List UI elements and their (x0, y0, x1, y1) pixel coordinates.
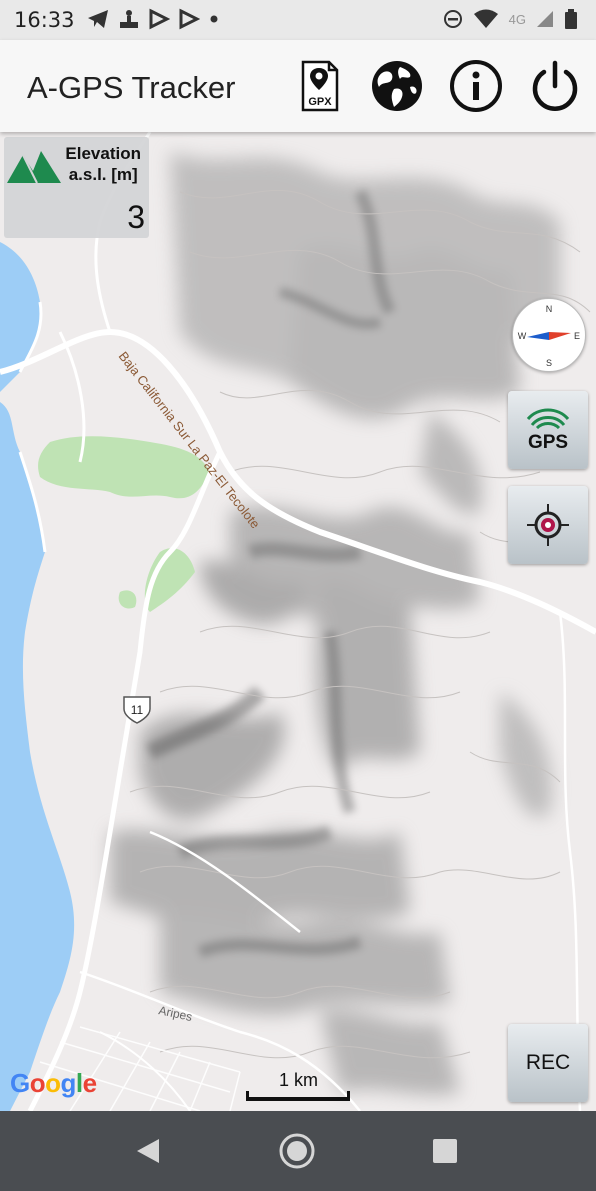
home-icon (279, 1133, 315, 1169)
elevation-value: 3 (127, 199, 145, 235)
info-icon (450, 60, 502, 112)
app-title: A-GPS Tracker (27, 70, 236, 105)
notification-icons (86, 8, 220, 30)
compass-e: E (574, 331, 580, 341)
status-time: 16:33 (14, 8, 75, 32)
compass-n: N (546, 304, 553, 314)
navigation-bar (0, 1111, 596, 1191)
status-bar: 16:33 4G (0, 0, 596, 40)
dnd-icon (443, 10, 462, 28)
back-button[interactable] (128, 1131, 168, 1171)
google-logo: Google (10, 1068, 97, 1098)
scale-label: 1 km (279, 1070, 319, 1090)
home-button[interactable] (277, 1131, 317, 1171)
cell-signal-icon (537, 11, 553, 27)
gps-signal-icon (526, 408, 570, 429)
gpx-text: GPX (308, 96, 332, 108)
telegram-icon (88, 10, 108, 28)
elevation-panel: Elevation a.s.l. [m] 3 (4, 137, 149, 238)
info-button[interactable] (448, 58, 504, 114)
check-icon (149, 8, 170, 30)
highway-number: 11 (131, 703, 144, 717)
recents-icon (433, 1139, 457, 1163)
signal-app-icon (120, 10, 138, 28)
crosshair-icon (527, 504, 569, 546)
mountains-icon (7, 151, 61, 184)
map-type-button[interactable] (369, 58, 425, 114)
compass-icon: N S E W (518, 304, 580, 368)
back-icon (137, 1139, 159, 1163)
system-icons: 4G (443, 8, 578, 30)
map-view[interactable]: 11 Baja California Sur La Paz-El Tecolot… (0, 132, 596, 1111)
globe-icon (372, 61, 422, 111)
locate-button[interactable] (508, 486, 588, 564)
map-canvas: 11 Baja California Sur La Paz-El Tecolot… (0, 132, 596, 1111)
record-button[interactable]: REC (508, 1024, 588, 1102)
compass-w: W (518, 331, 527, 341)
network-type: 4G (508, 11, 526, 27)
rec-label: REC (525, 1051, 571, 1074)
power-button[interactable] (527, 58, 583, 114)
gpx-file-icon: GPX (301, 60, 339, 112)
gpx-export-button[interactable]: GPX (292, 58, 348, 114)
elevation-label-line1: Elevation (65, 144, 141, 163)
battery-icon (565, 9, 577, 29)
gps-label: GPS (527, 431, 569, 453)
compass-s: S (546, 358, 552, 368)
power-icon (532, 60, 578, 111)
check-icon (179, 8, 200, 30)
elevation-label: Elevation a.s.l. [m] (65, 143, 141, 185)
scale-bar (246, 1091, 350, 1101)
recents-button[interactable] (425, 1131, 465, 1171)
app-bar: A-GPS Tracker GPX (0, 40, 596, 132)
gps-button[interactable]: GPS (508, 391, 588, 469)
wifi-icon (473, 9, 498, 28)
elevation-label-line2: a.s.l. [m] (68, 165, 138, 184)
dot-icon (210, 15, 218, 23)
compass-button[interactable]: N S E W (512, 298, 586, 372)
